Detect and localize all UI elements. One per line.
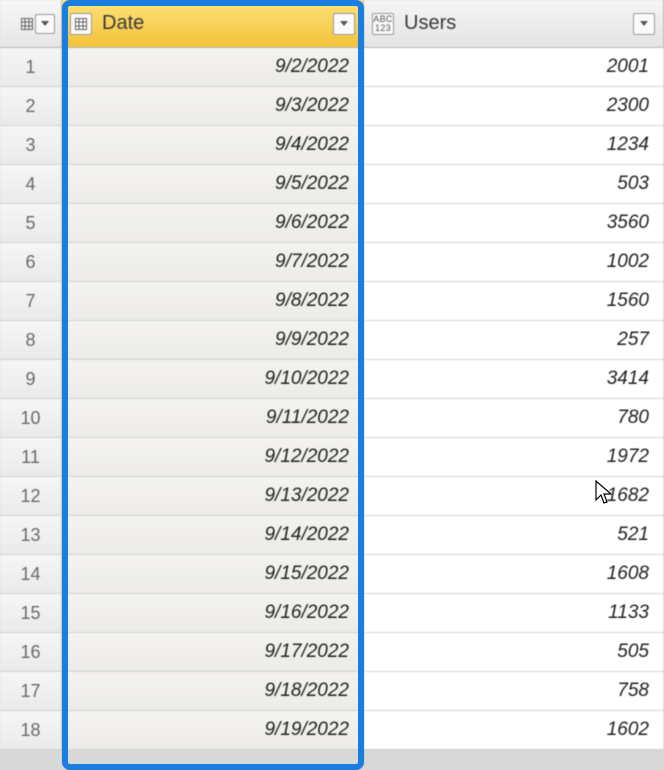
- table-icon: [21, 18, 33, 30]
- column-label-users: Users: [404, 12, 623, 35]
- filter-button-users[interactable]: [633, 13, 655, 35]
- cell-users[interactable]: 505: [364, 633, 664, 671]
- cell-users[interactable]: 1133: [364, 594, 664, 632]
- cell-date[interactable]: 9/7/2022: [62, 243, 364, 281]
- cell-users[interactable]: 780: [364, 399, 664, 437]
- row-number[interactable]: 17: [0, 672, 62, 710]
- cell-date[interactable]: 9/13/2022: [62, 477, 364, 515]
- cell-date[interactable]: 9/14/2022: [62, 516, 364, 554]
- cell-users[interactable]: 257: [364, 321, 664, 359]
- row-number[interactable]: 10: [0, 399, 62, 437]
- table-body: 19/2/2022200129/3/2022230039/4/202212344…: [0, 48, 664, 750]
- cell-date[interactable]: 9/10/2022: [62, 360, 364, 398]
- table-row[interactable]: 109/11/2022780: [0, 399, 664, 438]
- cell-users[interactable]: 3560: [364, 204, 664, 242]
- cell-date[interactable]: 9/3/2022: [62, 87, 364, 125]
- table-row[interactable]: 189/19/20221602: [0, 711, 664, 750]
- cell-date[interactable]: 9/2/2022: [62, 48, 364, 86]
- row-number[interactable]: 12: [0, 477, 62, 515]
- table-row[interactable]: 169/17/2022505: [0, 633, 664, 672]
- row-number[interactable]: 15: [0, 594, 62, 632]
- abc123-icon: ABC123: [372, 13, 394, 35]
- cell-users[interactable]: 1002: [364, 243, 664, 281]
- cell-date[interactable]: 9/19/2022: [62, 711, 364, 749]
- cell-date[interactable]: 9/6/2022: [62, 204, 364, 242]
- row-number[interactable]: 18: [0, 711, 62, 749]
- row-number[interactable]: 16: [0, 633, 62, 671]
- cell-date[interactable]: 9/15/2022: [62, 555, 364, 593]
- cell-date[interactable]: 9/4/2022: [62, 126, 364, 164]
- cell-users[interactable]: 1560: [364, 282, 664, 320]
- table-row[interactable]: 149/15/20221608: [0, 555, 664, 594]
- cell-users[interactable]: 2300: [364, 87, 664, 125]
- row-number[interactable]: 8: [0, 321, 62, 359]
- cell-users[interactable]: 521: [364, 516, 664, 554]
- table-row[interactable]: 59/6/20223560: [0, 204, 664, 243]
- column-header-users[interactable]: ABC123 Users: [364, 0, 664, 47]
- row-number[interactable]: 5: [0, 204, 62, 242]
- cell-date[interactable]: 9/8/2022: [62, 282, 364, 320]
- cell-users[interactable]: 503: [364, 165, 664, 203]
- cell-users[interactable]: 1682: [364, 477, 664, 515]
- chevron-down-icon[interactable]: [35, 14, 55, 34]
- column-header-date[interactable]: Date: [62, 0, 364, 47]
- cell-date[interactable]: 9/11/2022: [62, 399, 364, 437]
- table-row[interactable]: 89/9/2022257: [0, 321, 664, 360]
- row-number[interactable]: 3: [0, 126, 62, 164]
- cell-date[interactable]: 9/18/2022: [62, 672, 364, 710]
- cell-users[interactable]: 2001: [364, 48, 664, 86]
- table-row[interactable]: 39/4/20221234: [0, 126, 664, 165]
- row-number-header[interactable]: [0, 0, 62, 47]
- row-number[interactable]: 4: [0, 165, 62, 203]
- table-row[interactable]: 99/10/20223414: [0, 360, 664, 399]
- row-number[interactable]: 14: [0, 555, 62, 593]
- table-row[interactable]: 19/2/20222001: [0, 48, 664, 87]
- table-row[interactable]: 79/8/20221560: [0, 282, 664, 321]
- cell-users[interactable]: 1608: [364, 555, 664, 593]
- table-row[interactable]: 49/5/2022503: [0, 165, 664, 204]
- table-row[interactable]: 29/3/20222300: [0, 87, 664, 126]
- table-row[interactable]: 119/12/20221972: [0, 438, 664, 477]
- table-row[interactable]: 69/7/20221002: [0, 243, 664, 282]
- cell-users[interactable]: 1234: [364, 126, 664, 164]
- table-row[interactable]: 139/14/2022521: [0, 516, 664, 555]
- cell-date[interactable]: 9/17/2022: [62, 633, 364, 671]
- cell-users[interactable]: 758: [364, 672, 664, 710]
- cell-date[interactable]: 9/12/2022: [62, 438, 364, 476]
- row-number[interactable]: 11: [0, 438, 62, 476]
- table-row[interactable]: 129/13/20221682: [0, 477, 664, 516]
- row-number[interactable]: 13: [0, 516, 62, 554]
- row-number[interactable]: 9: [0, 360, 62, 398]
- column-header-row: Date ABC123 Users: [0, 0, 664, 48]
- table-row[interactable]: 159/16/20221133: [0, 594, 664, 633]
- cell-users[interactable]: 3414: [364, 360, 664, 398]
- cell-date[interactable]: 9/16/2022: [62, 594, 364, 632]
- column-label-date: Date: [102, 12, 323, 35]
- filter-button-date[interactable]: [333, 13, 355, 35]
- cell-date[interactable]: 9/9/2022: [62, 321, 364, 359]
- table-icon: [70, 13, 92, 35]
- cell-users[interactable]: 1972: [364, 438, 664, 476]
- row-number[interactable]: 6: [0, 243, 62, 281]
- query-table: Date ABC123 Users 19/2/2022200129/3/2022…: [0, 0, 664, 750]
- row-number[interactable]: 2: [0, 87, 62, 125]
- cell-date[interactable]: 9/5/2022: [62, 165, 364, 203]
- table-row[interactable]: 179/18/2022758: [0, 672, 664, 711]
- row-number[interactable]: 1: [0, 48, 62, 86]
- cell-users[interactable]: 1602: [364, 711, 664, 749]
- row-number[interactable]: 7: [0, 282, 62, 320]
